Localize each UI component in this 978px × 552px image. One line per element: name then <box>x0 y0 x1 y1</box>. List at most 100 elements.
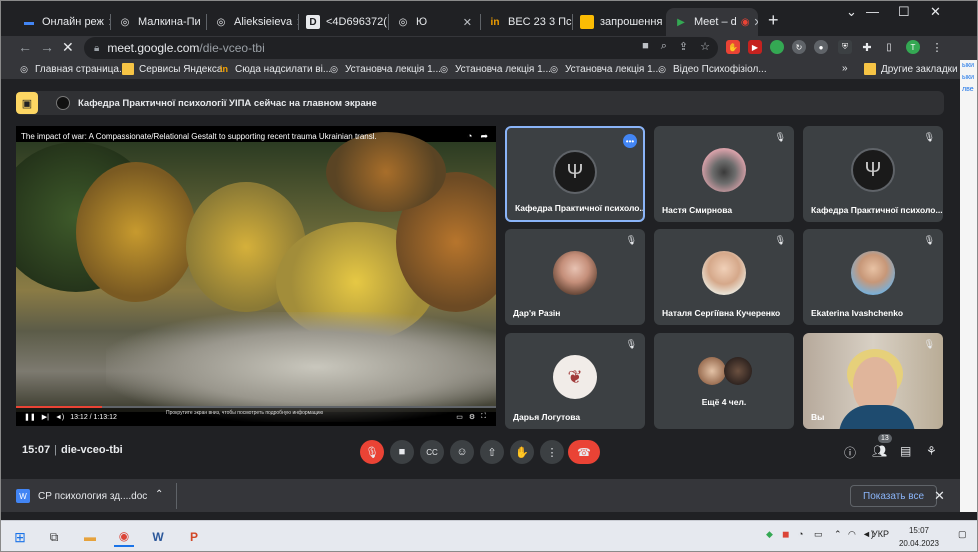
task-view-icon[interactable]: ⧉ <box>44 527 64 547</box>
tab-5[interactable]: ◎ Ю ✕ <box>388 8 480 36</box>
chevron-up-icon[interactable]: ⌃ <box>155 489 163 500</box>
tab-4[interactable]: D <4D696372( ✕ <box>298 8 388 36</box>
bookmark-2[interactable]: Сервисы Яндекса <box>122 63 222 75</box>
self-view-tile[interactable]: 🎙︎ Вы <box>803 333 943 429</box>
clock-icon[interactable]: ◔ <box>467 131 472 142</box>
meeting-details-icon[interactable]: ⓘ <box>844 444 856 461</box>
tab-2[interactable]: ◎ Малкина-Пи ✕ <box>110 8 206 36</box>
extension-refresh-icon[interactable]: ↻ <box>792 40 806 54</box>
minimize-button[interactable]: — <box>866 4 879 19</box>
folder-icon <box>864 63 876 75</box>
participant-tile[interactable]: 🎙︎ Ekaterina Ivashchenko <box>803 229 943 325</box>
chevron-down-icon[interactable]: ⌄ <box>846 4 857 20</box>
bookmark-4[interactable]: ◎ Установча лекція 1... <box>328 63 441 75</box>
volume-icon[interactable]: ◄) <box>55 414 64 421</box>
sidebar-icon[interactable]: ▯ <box>882 40 896 54</box>
star-icon[interactable]: ☆ <box>700 40 710 53</box>
people-icon[interactable]: 👥︎ <box>872 444 887 458</box>
bookmark-6[interactable]: ◎ Установча лекція 1... <box>548 63 661 75</box>
file-explorer-icon[interactable]: ▬ <box>80 527 100 547</box>
maximize-button[interactable]: ☐ <box>898 4 910 20</box>
bookmark-3[interactable]: in Сюда надсилати ві... <box>218 63 331 75</box>
slides-icon <box>580 15 594 29</box>
activities-icon[interactable]: ⚘ <box>926 444 937 458</box>
tray-app-icon[interactable]: ◆ <box>766 529 773 540</box>
chat-icon[interactable]: ▤ <box>900 444 911 458</box>
fullscreen-icon[interactable]: ⛶ <box>481 413 486 421</box>
pause-icon[interactable]: ❚❚ <box>24 413 36 421</box>
close-icon[interactable]: ✕ <box>459 16 472 29</box>
present-button[interactable]: ⇧ <box>480 440 504 464</box>
share-icon[interactable]: ⇪ <box>679 40 688 53</box>
close-icon[interactable]: ✕ <box>662 16 664 29</box>
extension-stop-icon[interactable]: ✋ <box>726 40 740 54</box>
forward-arrow-icon[interactable]: → <box>40 39 54 55</box>
tab-8-active[interactable]: ▶ Meet – d ◉ ✕ <box>666 8 758 36</box>
participant-tile[interactable]: 🎙︎ Дар'я Разін <box>505 229 645 325</box>
participant-name: Ekaterina Ivashchenko <box>811 308 904 318</box>
extension-green-icon[interactable] <box>770 40 784 54</box>
notifications-icon[interactable]: ▢ <box>958 529 967 540</box>
tab-7[interactable]: запрошення ✕ <box>572 8 664 36</box>
system-clock[interactable]: 15:07 20.04.2023 <box>894 524 944 550</box>
language-indicator[interactable]: УКР <box>872 529 889 539</box>
camera-icon[interactable]: ■ <box>642 40 649 53</box>
show-all-button[interactable]: Показать все <box>850 485 938 507</box>
captions-button[interactable]: CC <box>420 440 444 464</box>
shield-icon[interactable]: ⛨ <box>838 40 852 54</box>
extension-gray-icon[interactable]: ● <box>814 40 828 54</box>
bookmark-7[interactable]: ◎ Відео Психофізіол... <box>656 63 767 75</box>
participant-tile[interactable]: Ψ ••• Кафедра Практичної психоло... <box>505 126 645 222</box>
tray-app-icon[interactable]: ▭ <box>814 529 823 540</box>
extension-video-icon[interactable]: ▶ <box>748 40 762 54</box>
close-icon[interactable]: ✕ <box>934 488 945 504</box>
tray-app-icon[interactable]: ◼ <box>782 529 789 540</box>
in-icon: in <box>490 16 500 28</box>
close-icon[interactable]: ✕ <box>750 16 758 29</box>
profile-avatar[interactable]: T <box>906 40 920 54</box>
more-options-button[interactable]: ⋮ <box>540 440 564 464</box>
more-participants-tile[interactable]: Ещё 4 чел. <box>654 333 794 429</box>
participant-tile[interactable]: Ψ 🎙︎ Кафедра Практичної психоло... <box>803 126 943 222</box>
leave-call-button[interactable]: ☎ <box>568 440 600 464</box>
participant-tile[interactable]: 🎙︎ Настя Смирнова <box>654 126 794 222</box>
mic-toggle-button[interactable]: 🎙︎ <box>360 440 384 464</box>
participant-tile[interactable]: 🎙︎ Наталя Сергіївна Кучеренко <box>654 229 794 325</box>
present-screen-icon[interactable]: ▣ <box>16 92 38 114</box>
back-arrow-icon[interactable]: ← <box>18 39 32 55</box>
participant-tile[interactable]: ❦ 🎙︎ Дарья Логутова <box>505 333 645 429</box>
chevron-up-icon[interactable]: ⌃ <box>834 529 842 540</box>
tab-6[interactable]: in BEC 23 3 Пс ✕ <box>480 8 572 36</box>
captions-icon[interactable]: ▭ <box>456 413 463 421</box>
presentation-screen[interactable]: The impact of war: A Compassionate/Relat… <box>16 126 496 426</box>
bookmark-5[interactable]: ◎ Установча лекція 1... <box>438 63 551 75</box>
word-icon[interactable]: W <box>148 527 168 547</box>
windows-start-icon[interactable]: ⊞ <box>10 527 30 547</box>
close-window-button[interactable]: ✕ <box>930 4 941 20</box>
share-icon[interactable]: ➦ <box>480 131 488 142</box>
settings-icon[interactable]: ⚙ <box>469 413 475 421</box>
mic-off-icon: 🎙︎ <box>923 132 935 142</box>
emoji-button[interactable]: ☺ <box>450 440 474 464</box>
tab-1[interactable]: ▬ Онлайн реж ✕ <box>14 8 110 36</box>
bookmarks-overflow[interactable]: » <box>842 63 848 74</box>
bookmark-1[interactable]: ◎ Главная страница... <box>18 63 127 75</box>
camera-toggle-button[interactable]: ■ <box>390 440 414 464</box>
menu-dots-icon[interactable]: ⋮ <box>930 40 944 54</box>
bookmark-other[interactable]: Другие закладки <box>864 63 958 75</box>
download-item[interactable]: W СР психология зд....doc <box>16 485 147 507</box>
raise-hand-button[interactable]: ✋ <box>510 440 534 464</box>
tray-app-icon[interactable]: ◔ <box>798 529 803 539</box>
new-tab-button[interactable]: + <box>768 10 779 31</box>
stop-loading-icon[interactable]: ✕ <box>62 39 74 56</box>
zoom-icon[interactable]: ⌕ <box>661 40 667 53</box>
address-bar[interactable]: 🔒︎ meet.google.com/die-vceo-tbi ■ ⌕ ⇪ ☆ <box>84 37 718 59</box>
extensions-puzzle-icon[interactable]: ✚ <box>860 40 874 54</box>
lock-icon[interactable]: 🔒︎ <box>94 43 99 54</box>
chrome-icon[interactable]: ◉ <box>114 527 134 547</box>
more-options-icon[interactable]: ••• <box>623 134 637 148</box>
wifi-icon[interactable]: ◠ <box>848 529 856 540</box>
tab-3[interactable]: ◎ Alieksieieva ✕ <box>206 8 298 36</box>
next-icon[interactable]: ▶| <box>42 413 49 421</box>
powerpoint-icon[interactable]: P <box>184 527 204 547</box>
